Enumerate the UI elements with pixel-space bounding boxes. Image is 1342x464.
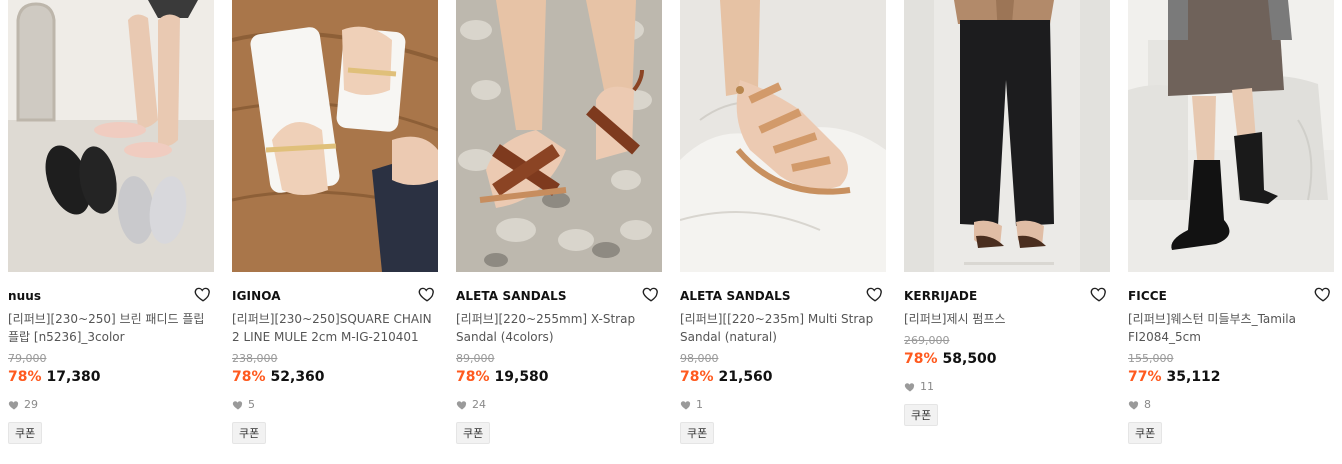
sale-price: 17,380 [46,369,101,385]
brand-name[interactable]: KERRIJADE [904,289,977,303]
sale-price-row: 78% 52,360 [232,368,438,386]
price-block: 269,000 78% 58,500 [904,333,1110,368]
coupon-badge[interactable]: 쿠폰 [1128,422,1163,444]
product-image[interactable] [456,0,662,272]
sale-price: 19,580 [494,369,549,385]
price-block: 79,000 78% 17,380 [8,351,214,386]
likes-count: 11 [904,380,934,393]
brand-name[interactable]: FICCE [1128,289,1167,303]
price-block: 238,000 78% 52,360 [232,351,438,386]
wishlist-heart-icon[interactable] [866,285,884,303]
likes-number: 8 [1144,398,1151,411]
original-price: 79,000 [8,352,47,365]
discount-rate: 78% [904,351,938,367]
product-image[interactable] [8,0,214,272]
sale-price: 58,500 [942,351,997,367]
brand-name[interactable]: ALETA SANDALS [680,289,791,303]
sale-price-row: 78% 17,380 [8,368,214,386]
price-block: 98,000 78% 21,560 [680,351,886,386]
product-title[interactable]: [리퍼브][230~250] 브린 패디드 플립플랍 [n5236]_3colo… [8,310,214,346]
price-block: 89,000 78% 19,580 [456,351,662,386]
likes-count: 1 [680,398,703,411]
likes-count: 24 [456,398,486,411]
wishlist-heart-icon[interactable] [194,285,212,303]
wishlist-heart-icon[interactable] [1090,285,1108,303]
product-image[interactable] [904,0,1110,272]
original-price: 89,000 [456,352,495,365]
sale-price-row: 77% 35,112 [1128,368,1334,386]
sale-price-row: 78% 19,580 [456,368,662,386]
likes-number: 24 [472,398,486,411]
heart-filled-icon [904,382,915,391]
likes-number: 1 [696,398,703,411]
sale-price: 35,112 [1166,369,1221,385]
product-image[interactable] [680,0,886,272]
original-price: 155,000 [1128,352,1174,365]
brand-name[interactable]: IGINOA [232,289,281,303]
wishlist-heart-icon[interactable] [418,285,436,303]
likes-number: 11 [920,380,934,393]
sale-price: 52,360 [270,369,325,385]
likes-number: 5 [248,398,255,411]
brand-name[interactable]: ALETA SANDALS [456,289,567,303]
coupon-badge[interactable]: 쿠폰 [232,422,267,444]
heart-filled-icon [1128,400,1139,409]
product-title[interactable]: [리퍼브]웨스턴 미들부츠_Tamila FI2084_5cm [1128,310,1334,346]
likes-count: 29 [8,398,38,411]
heart-filled-icon [456,400,467,409]
original-price: 269,000 [904,334,950,347]
discount-rate: 78% [456,369,490,385]
coupon-badge[interactable]: 쿠폰 [456,422,491,444]
original-price: 98,000 [680,352,719,365]
price-block: 155,000 77% 35,112 [1128,351,1334,386]
likes-number: 29 [24,398,38,411]
wishlist-heart-icon[interactable] [1314,285,1332,303]
product-image[interactable] [232,0,438,272]
original-price: 238,000 [232,352,278,365]
brand-name[interactable]: nuus [8,289,41,303]
wishlist-heart-icon[interactable] [642,285,660,303]
likes-count: 5 [232,398,255,411]
discount-rate: 78% [232,369,266,385]
heart-filled-icon [680,400,691,409]
sale-price-row: 78% 58,500 [904,350,1110,368]
discount-rate: 78% [8,369,42,385]
heart-filled-icon [232,400,243,409]
heart-filled-icon [8,400,19,409]
coupon-badge[interactable]: 쿠폰 [8,422,43,444]
likes-count: 8 [1128,398,1151,411]
sale-price: 21,560 [718,369,773,385]
discount-rate: 78% [680,369,714,385]
discount-rate: 77% [1128,369,1162,385]
product-image[interactable] [1128,0,1334,272]
coupon-badge[interactable]: 쿠폰 [680,422,715,444]
product-title[interactable]: [리퍼브][[220~235m] Multi Strap Sandal (nat… [680,310,886,346]
product-title[interactable]: [리퍼브]제시 펌프스 [904,310,1110,328]
product-title[interactable]: [리퍼브][220~255mm] X-Strap Sandal (4colors… [456,310,662,346]
sale-price-row: 78% 21,560 [680,368,886,386]
product-title[interactable]: [리퍼브][230~250]SQUARE CHAIN 2 LINE MULE 2… [232,310,438,346]
coupon-badge[interactable]: 쿠폰 [904,404,939,426]
